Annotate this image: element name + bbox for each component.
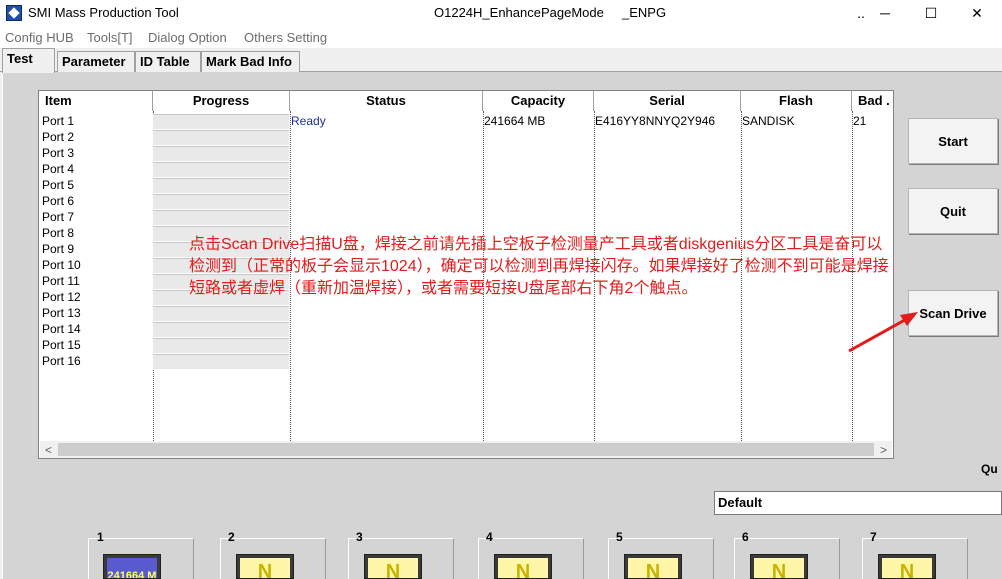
port-number: 1 [97,530,104,544]
drive-label: 241664 M [107,558,157,578]
port-number: 6 [742,530,749,544]
drive-label: N [368,558,418,578]
drive-icon[interactable]: N [236,554,294,579]
drive-icon[interactable]: N [878,554,936,579]
port-number: 7 [870,530,877,544]
port-number: 3 [356,530,363,544]
drive-icon[interactable]: 241664 M [103,554,161,579]
drive-label: N [628,558,678,578]
default-field[interactable]: Default [714,491,1002,515]
port-number: 4 [486,530,493,544]
drive-icon[interactable]: N [494,554,552,579]
port-number: 5 [616,530,623,544]
qu-label: Qu [981,462,998,476]
drive-icon[interactable]: N [750,554,808,579]
drive-label: N [498,558,548,578]
tab-test[interactable]: Test [2,48,55,73]
port-number: 2 [228,530,235,544]
drive-label: N [754,558,804,578]
drive-icon[interactable]: N [364,554,422,579]
drive-label: N [882,558,932,578]
drive-label: N [240,558,290,578]
drive-icon[interactable]: N [624,554,682,579]
